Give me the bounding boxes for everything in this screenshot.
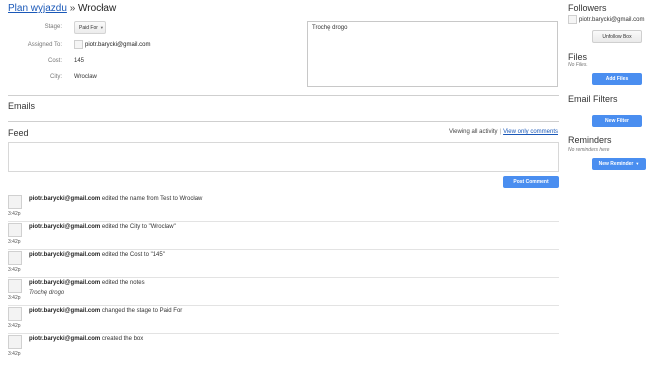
activity-user[interactable]: piotr.barycki@gmail.com — [29, 280, 100, 286]
list-item: 3:42p piotr.barycki@gmail.com changed th… — [8, 307, 559, 334]
activity-user[interactable]: piotr.barycki@gmail.com — [29, 308, 100, 314]
activity-line: piotr.barycki@gmail.com edited the name … — [29, 196, 202, 202]
cost-value[interactable]: 145 — [74, 58, 84, 64]
reminders-note: No reminders here — [568, 147, 610, 153]
email-filters-heading: Email Filters — [568, 94, 618, 104]
list-item: 3:42p piotr.barycki@gmail.com edited the… — [8, 195, 559, 222]
avatar — [8, 223, 22, 237]
activity-time: 3:42p — [8, 239, 21, 245]
list-item: 3:42p piotr.barycki@gmail.com edited the… — [8, 223, 559, 250]
activity-time: 3:42p — [8, 295, 21, 301]
avatar — [8, 335, 22, 349]
feed-heading: Feed — [8, 128, 29, 138]
city-label: City: — [50, 74, 62, 80]
city-value[interactable]: Wroclaw — [74, 74, 97, 80]
activity-line: piotr.barycki@gmail.com edited the Cost … — [29, 252, 165, 258]
chevron-down-icon: ▼ — [99, 25, 104, 30]
assigned-label: Assigned To: — [27, 42, 62, 48]
activity-user[interactable]: piotr.barycki@gmail.com — [29, 336, 100, 342]
avatar — [8, 279, 22, 293]
activity-line: piotr.barycki@gmail.com edited the City … — [29, 224, 176, 230]
reminders-heading: Reminders — [568, 135, 612, 145]
activity-text: edited the City to "Wroclaw" — [101, 224, 176, 230]
stage-value: Paid For — [79, 25, 98, 31]
divider — [8, 121, 559, 122]
stage-label: Stage: — [44, 24, 62, 30]
activity-line: piotr.barycki@gmail.com changed the stag… — [29, 308, 182, 314]
activity-line: piotr.barycki@gmail.com created the box — [29, 336, 143, 342]
activity-time: 3:42p — [8, 267, 21, 273]
notes-textarea[interactable]: Trochę drogo — [307, 21, 558, 87]
new-reminder-label: New Reminder — [598, 161, 634, 167]
new-filter-button[interactable]: New Filter — [592, 115, 642, 127]
assigned-value: piotr.barycki@gmail.com — [85, 41, 151, 48]
activity-text: edited the name from Test to Wrocław — [101, 196, 203, 202]
divider — [8, 95, 559, 96]
avatar — [8, 307, 22, 321]
activity-time: 3:42p — [8, 351, 21, 357]
follower-email: piotr.barycki@gmail.com — [579, 16, 645, 23]
comment-input[interactable] — [8, 142, 559, 172]
breadcrumb-separator: » — [69, 3, 76, 14]
feed-filter: Viewing all activity | View only comments — [420, 129, 558, 135]
breadcrumb: Plan wyjazdu » Wrocław — [8, 3, 116, 14]
chevron-down-icon: ▼ — [635, 161, 640, 166]
activity-line: piotr.barycki@gmail.com edited the notes — [29, 280, 145, 286]
activity-detail: Trochę drogo — [29, 290, 65, 296]
activity-text: created the box — [101, 336, 144, 342]
follower-item: piotr.barycki@gmail.com — [568, 15, 644, 24]
page-title: Wrocław — [78, 3, 117, 14]
post-comment-button[interactable]: Post Comment — [503, 176, 559, 188]
stage-dropdown[interactable]: Paid For ▼ — [74, 21, 106, 34]
avatar — [8, 195, 22, 209]
assigned-to-field[interactable]: piotr.barycki@gmail.com — [74, 40, 150, 49]
activity-text: changed the stage to Paid For — [101, 308, 183, 314]
activity-user[interactable]: piotr.barycki@gmail.com — [29, 224, 100, 230]
list-item: 3:42p piotr.barycki@gmail.com edited the… — [8, 279, 559, 306]
view-only-comments-link[interactable]: View only comments — [503, 129, 558, 135]
breadcrumb-parent-link[interactable]: Plan wyjazdu — [8, 3, 67, 14]
unfollow-box-button[interactable]: Unfollow Box — [592, 30, 642, 43]
activity-user[interactable]: piotr.barycki@gmail.com — [29, 196, 100, 202]
avatar — [8, 251, 22, 265]
followers-heading: Followers — [568, 3, 607, 13]
activity-text: edited the Cost to "145" — [101, 252, 165, 258]
cost-label: Cost: — [47, 58, 62, 64]
new-reminder-button[interactable]: New Reminder ▼ — [592, 158, 646, 170]
files-heading: Files — [568, 52, 588, 62]
list-item: 3:42p piotr.barycki@gmail.com created th… — [8, 335, 559, 362]
activity-time: 3:42p — [8, 323, 21, 329]
files-note: No Files. — [568, 62, 588, 68]
activity-time: 3:42p — [8, 211, 21, 217]
avatar — [568, 15, 577, 24]
activity-text: edited the notes — [101, 280, 145, 286]
avatar — [74, 40, 83, 49]
emails-heading: Emails — [8, 101, 36, 111]
activity-user[interactable]: piotr.barycki@gmail.com — [29, 252, 100, 258]
list-item: 3:42p piotr.barycki@gmail.com edited the… — [8, 251, 559, 278]
add-files-button[interactable]: Add Files — [592, 73, 642, 85]
viewing-all-activity: Viewing all activity — [448, 129, 498, 135]
filter-separator: | — [499, 129, 502, 135]
